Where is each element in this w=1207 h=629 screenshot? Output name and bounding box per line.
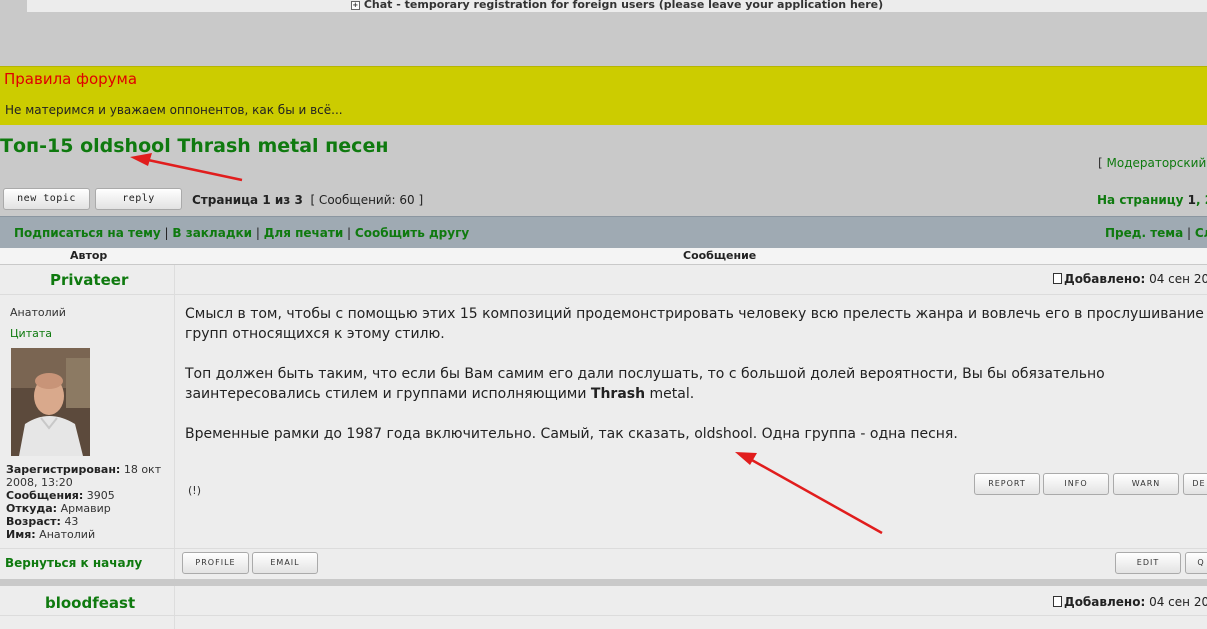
from-value: Армавир: [60, 502, 111, 515]
next-topic-link[interactable]: Сле: [1195, 226, 1207, 240]
email-button[interactable]: EMAIL: [252, 552, 318, 574]
post2-added-label: Добавлено:: [1064, 595, 1146, 609]
user-profile-info: Зарегистрирован: 18 окт 2008, 13:20 Сооб…: [6, 463, 172, 541]
report-button[interactable]: REPORT: [974, 473, 1040, 495]
print-link[interactable]: Для печати: [264, 226, 344, 240]
messages-value: 3905: [86, 489, 115, 502]
topic-title[interactable]: Топ-15 oldshool Thrash metal песен: [0, 135, 388, 157]
page-prefix: Страница: [192, 193, 263, 207]
from-label: Откуда:: [6, 502, 58, 515]
forum-rules-text: Не материмся и уважаем оппонентов, как б…: [5, 103, 343, 117]
jump-sep: ,: [1196, 193, 1205, 207]
exclamation-mark: (!): [188, 484, 201, 497]
post2-added: Добавлено: 04 сен 2020: [1053, 595, 1207, 609]
arrow-to-title: [130, 153, 243, 182]
profile-button[interactable]: PROFILE: [182, 552, 249, 574]
post-paragraph-3: Временные рамки до 1987 года включительн…: [185, 426, 958, 442]
moderator-link-wrap: [ Модераторский: [1098, 156, 1206, 170]
user-quote: Цитата: [10, 327, 52, 340]
author-separator: [0, 294, 174, 295]
forum-rules-title: Правила форума: [4, 70, 138, 88]
name-label: Имя:: [6, 528, 36, 541]
post-paragraph-2: Топ должен быть таким, что если бы Вам с…: [185, 364, 1207, 404]
message-separator: [175, 294, 1207, 295]
warn-button[interactable]: WARN: [1113, 473, 1179, 495]
p2-bold: Thrash: [590, 386, 646, 402]
sep-1: |: [160, 226, 173, 240]
post2-icon[interactable]: [1053, 596, 1062, 607]
column-author: Автор: [70, 249, 108, 262]
top-forum-link[interactable]: + Chat - temporary registration for forei…: [27, 0, 1207, 12]
page-jump: На страницу 1, 2,: [1097, 193, 1207, 207]
quote-button[interactable]: Q: [1185, 552, 1207, 574]
footer-separator: [0, 548, 1207, 549]
moderator-link[interactable]: Модераторский: [1107, 156, 1207, 170]
page-info: Страница 1 из 3 [ Сообщений: 60 ]: [192, 193, 423, 207]
new-topic-button[interactable]: new topic: [3, 188, 90, 210]
nav-sep: |: [1183, 226, 1195, 240]
added-label: Добавлено:: [1064, 272, 1146, 286]
jump-prefix: На страницу: [1097, 193, 1188, 207]
post-divider: [0, 579, 1207, 585]
posts-count: [ Сообщений: 60 ]: [310, 193, 424, 207]
sep-2: |: [252, 226, 264, 240]
column-message: Сообщение: [683, 249, 757, 262]
avatar: [11, 348, 90, 456]
topic-actions: Подписаться на тему | В закладки | Для п…: [14, 226, 469, 240]
top-forum-link-text: Chat - temporary registration for foreig…: [363, 0, 884, 11]
expand-plus-icon: +: [350, 0, 360, 10]
post2-author-name[interactable]: bloodfeast: [45, 594, 135, 612]
delete-button[interactable]: DE: [1183, 473, 1207, 495]
edit-button[interactable]: EDIT: [1115, 552, 1181, 574]
post2-added-date: 04 сен 2020: [1149, 595, 1207, 609]
registered-label: Зарегистрирован:: [6, 463, 121, 476]
p2-end: metal.: [645, 386, 695, 402]
back-to-top-link[interactable]: Вернуться к началу: [5, 556, 142, 570]
prev-topic-link[interactable]: Пред. тема: [1105, 226, 1183, 240]
avatar-image: [11, 348, 90, 456]
column-headers: Автор Сообщение: [0, 248, 1207, 264]
post-paragraph-1: Смысл в том, чтобы с помощью этих 15 ком…: [185, 306, 1204, 342]
messages-label: Сообщения:: [6, 489, 84, 502]
bookmarks-link[interactable]: В закладки: [172, 226, 252, 240]
page-total: 3: [294, 193, 303, 207]
page-mid: из: [270, 193, 295, 207]
post-author-name[interactable]: Privateer: [50, 271, 128, 289]
tell-friend-link[interactable]: Сообщить другу: [355, 226, 469, 240]
subscribe-link[interactable]: Подписаться на тему: [14, 226, 161, 240]
user-rank: Анатолий: [10, 306, 66, 319]
reply-button[interactable]: reply: [95, 188, 182, 210]
post-added: Добавлено: 04 сен 2020: [1053, 272, 1207, 286]
post-icon[interactable]: [1053, 273, 1062, 284]
topic-nav: Пред. тема | Сле: [1105, 226, 1207, 240]
info-button[interactable]: INFO: [1043, 473, 1109, 495]
sep-3: |: [343, 226, 355, 240]
added-date: 04 сен 2020: [1149, 272, 1207, 286]
moderator-bracket: [: [1098, 156, 1107, 170]
jump-page-1: 1: [1187, 193, 1197, 207]
page-current: 1: [262, 193, 271, 207]
post-body: Смысл в том, чтобы с помощью этих 15 ком…: [185, 304, 1207, 464]
age-value: 43: [64, 515, 79, 528]
post2-separator: [0, 615, 1207, 616]
name-value: Анатолий: [39, 528, 96, 541]
age-label: Возраст:: [6, 515, 61, 528]
